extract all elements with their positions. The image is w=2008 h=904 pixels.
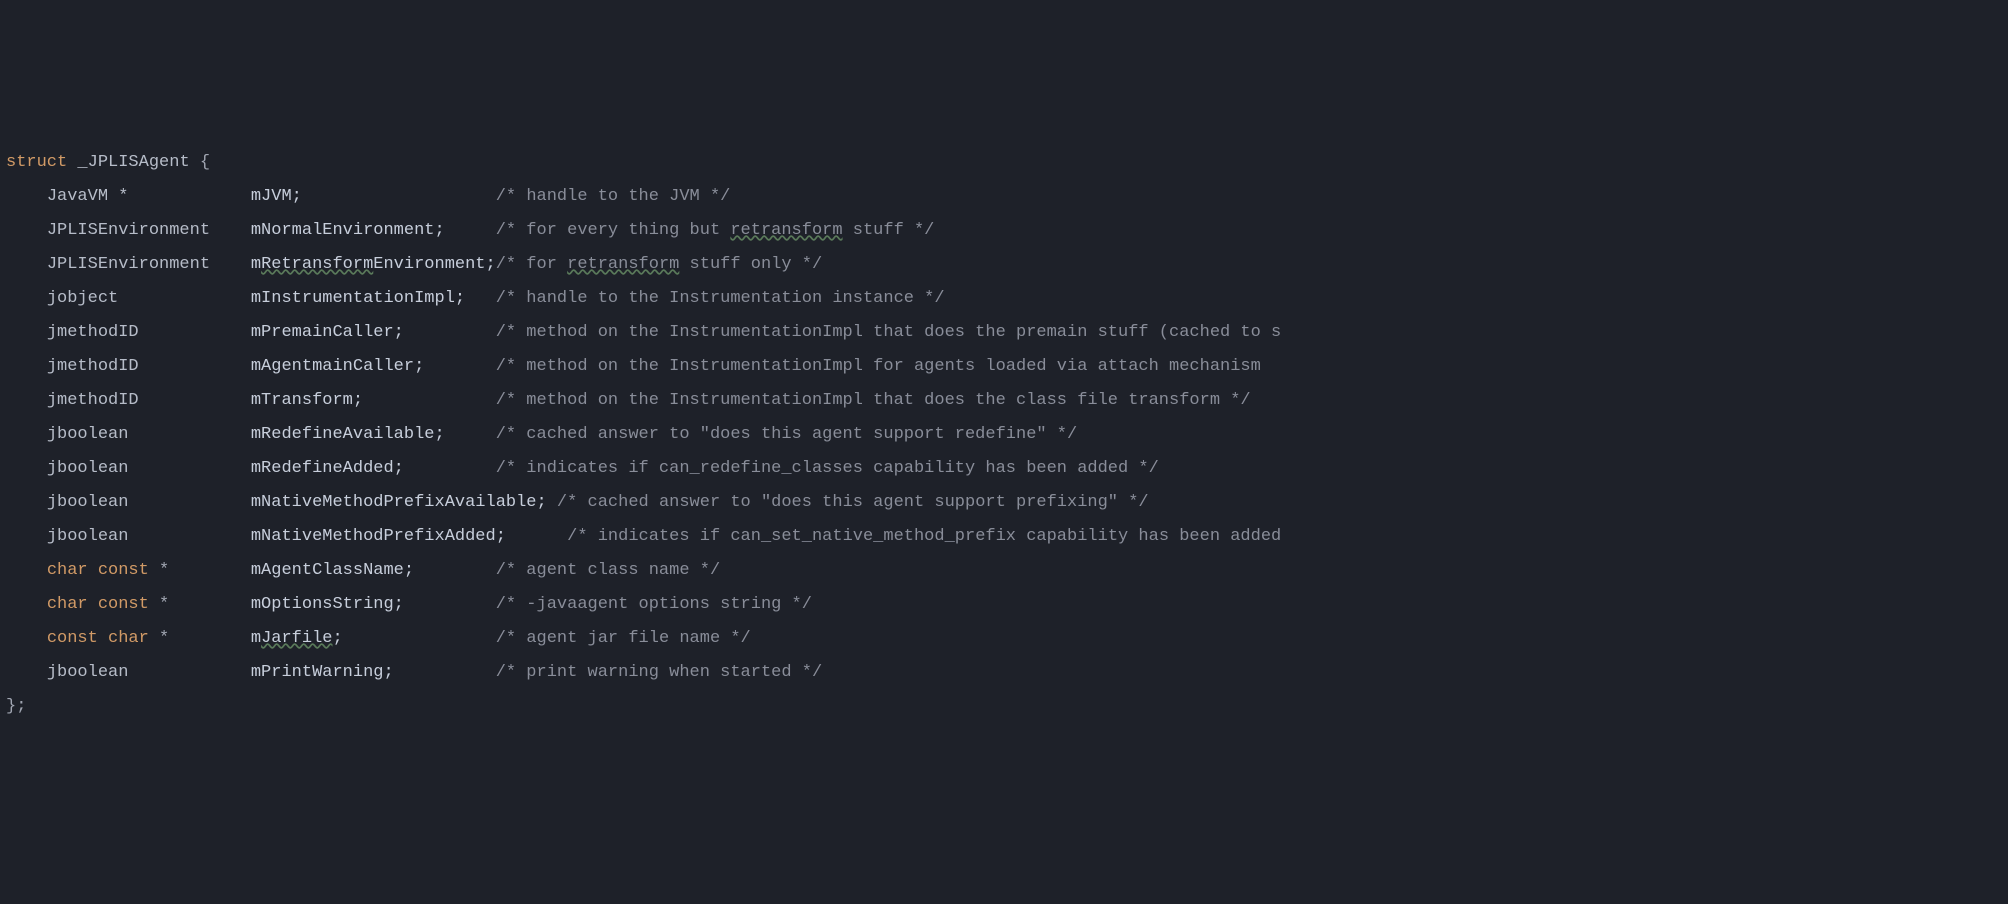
type-name: jboolean [47, 493, 251, 512]
type-name: jmethodID [47, 357, 251, 376]
code-line: JPLISEnvironment mRetransformEnvironment… [6, 248, 2008, 282]
code-line: char const * mOptionsString; /* -javaage… [6, 588, 2008, 622]
code-line: jboolean mPrintWarning; /* print warning… [6, 656, 2008, 690]
type-name: jboolean [47, 425, 251, 444]
code-line: jboolean mNativeMethodPrefixAvailable; /… [6, 486, 2008, 520]
type-name: jmethodID [47, 323, 251, 342]
code-line: JPLISEnvironment mNormalEnvironment; /* … [6, 214, 2008, 248]
comment: /* agent jar file name */ [496, 629, 751, 648]
open-brace: { [200, 153, 210, 172]
type-name: JPLISEnvironment [47, 255, 251, 274]
comment: stuff only */ [679, 255, 822, 274]
member-name: mJVM [251, 187, 292, 206]
close-brace: }; [6, 697, 26, 716]
comment: /* agent class name */ [496, 561, 720, 580]
comment: stuff */ [843, 221, 935, 240]
code-line: JavaVM * mJVM; /* handle to the JVM */ [6, 180, 2008, 214]
comment: /* for every thing but [496, 221, 731, 240]
code-line: jobject mInstrumentationImpl; /* handle … [6, 282, 2008, 316]
comment: /* -javaagent options string */ [496, 595, 812, 614]
member-name: mPrintWarning; [251, 663, 496, 682]
member-name: mInstrumentationImpl; [251, 289, 496, 308]
comment: /* method on the InstrumentationImpl tha… [496, 391, 1251, 410]
member-post: Environment; [373, 255, 495, 274]
member-name: mNativeMethodPrefixAdded; [251, 527, 567, 546]
comment: /* print warning when started */ [496, 663, 822, 682]
member-warn: Retransform [261, 255, 373, 274]
type-keyword: const char [47, 629, 159, 648]
comment: /* handle to the JVM */ [496, 187, 731, 206]
comment-warn: retransform [567, 255, 679, 274]
type-punct: * [159, 629, 251, 648]
comment: /* indicates if can_redefine_classes cap… [496, 459, 1159, 478]
type-name: jboolean [47, 663, 251, 682]
type-punct: * [159, 595, 251, 614]
type-keyword: char const [47, 595, 159, 614]
member-name: mNativeMethodPrefixAvailable; [251, 493, 557, 512]
member-name: mAgentmainCaller; [251, 357, 496, 376]
comment: /* method on the InstrumentationImpl for… [496, 357, 1271, 376]
member-name: m [251, 255, 261, 274]
code-line: jboolean mRedefineAvailable; /* cached a… [6, 418, 2008, 452]
member-name: mPremainCaller; [251, 323, 496, 342]
comment: /* indicates if can_set_native_method_pr… [567, 527, 1281, 546]
code-line: jmethodID mAgentmainCaller; /* method on… [6, 350, 2008, 384]
code-line: jmethodID mTransform; /* method on the I… [6, 384, 2008, 418]
comment: /* cached answer to "does this agent sup… [557, 493, 1149, 512]
type-name: JavaVM * [47, 187, 251, 206]
member-name: mAgentClassName; [251, 561, 496, 580]
member-post: ; [292, 187, 496, 206]
member-name: mRedefineAdded; [251, 459, 496, 478]
member-post: ; [332, 629, 495, 648]
comment-warn: retransform [730, 221, 842, 240]
code-line: char const * mAgentClassName; /* agent c… [6, 554, 2008, 588]
member-name: mTransform; [251, 391, 496, 410]
member-name: m [251, 629, 261, 648]
type-name: jboolean [47, 527, 251, 546]
member-name: mOptionsString; [251, 595, 496, 614]
code-line: const char * mJarfile; /* agent jar file… [6, 622, 2008, 656]
type-name: jmethodID [47, 391, 251, 410]
code-block: struct _JPLISAgent { JavaVM * mJVM; /* h… [0, 146, 2008, 724]
member-warn: Jarfile [261, 629, 332, 648]
type-name: jboolean [47, 459, 251, 478]
code-line: }; [6, 690, 2008, 724]
struct-keyword: struct [6, 153, 67, 172]
code-line: struct _JPLISAgent { [6, 146, 2008, 180]
type-keyword: char const [47, 561, 159, 580]
comment: /* method on the InstrumentationImpl tha… [496, 323, 1282, 342]
comment: /* cached answer to "does this agent sup… [496, 425, 1078, 444]
struct-name: _JPLISAgent [77, 153, 189, 172]
code-line: jboolean mRedefineAdded; /* indicates if… [6, 452, 2008, 486]
code-line: jmethodID mPremainCaller; /* method on t… [6, 316, 2008, 350]
member-name: mRedefineAvailable; [251, 425, 496, 444]
comment: /* handle to the Instrumentation instanc… [496, 289, 945, 308]
code-line: jboolean mNativeMethodPrefixAdded; /* in… [6, 520, 2008, 554]
type-punct: * [159, 561, 251, 580]
type-name: jobject [47, 289, 251, 308]
member-name: mNormalEnvironment; [251, 221, 496, 240]
comment: /* for [496, 255, 567, 274]
type-name: JPLISEnvironment [47, 221, 251, 240]
